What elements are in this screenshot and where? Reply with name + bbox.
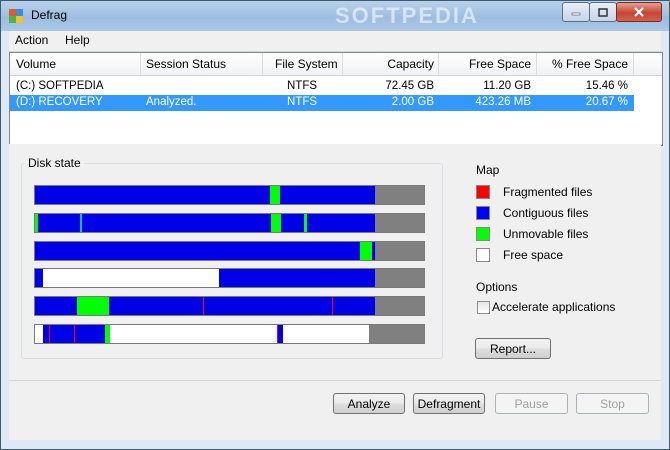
free-space: 11.20 GB	[483, 80, 531, 92]
file-system: NTFS	[287, 96, 318, 108]
volume-name: (C:) SOFTPEDIA	[16, 80, 104, 92]
maximize-icon	[598, 7, 608, 17]
column-capacity[interactable]: Capacity	[346, 57, 434, 71]
free-space-label: Free space	[503, 248, 564, 262]
window-title: Defrag	[31, 8, 68, 22]
column-separator[interactable]	[536, 53, 537, 75]
unmovable-label: Unmovable files	[503, 227, 589, 241]
pct-free-space: 15.46 %	[585, 80, 628, 92]
free-space-segment	[283, 325, 369, 343]
contiguous-swatch	[476, 206, 490, 220]
disk-map-bar	[34, 268, 425, 288]
contiguous-segment	[35, 214, 375, 232]
defrag-app-icon	[9, 9, 23, 23]
unmovable-segment	[304, 214, 307, 232]
unmovable-segment	[80, 214, 82, 232]
close-button[interactable]	[616, 2, 662, 22]
free-space-swatch	[476, 248, 490, 262]
volume-name: (D:) RECOVERY	[16, 96, 103, 108]
column-separator[interactable]	[633, 53, 634, 75]
unmovable-segment	[271, 214, 281, 232]
fragmented-segment	[203, 297, 204, 315]
disk-map-bar	[34, 185, 425, 205]
session-status: Analyzed.	[146, 96, 197, 108]
menu-action[interactable]: Action	[15, 33, 48, 47]
unmovable-segment	[270, 186, 280, 204]
contiguous-segment	[35, 186, 375, 204]
watermark-text: SOFTPEDIA	[335, 3, 479, 28]
button-bar: Analyze Defragment Pause Stop	[9, 380, 661, 440]
menu-help[interactable]: Help	[65, 33, 90, 47]
menu-bar: Action Help	[9, 31, 661, 52]
options-title: Options	[476, 280, 518, 294]
column-session-status[interactable]: Session Status	[146, 57, 226, 71]
capacity: 72.45 GB	[385, 80, 434, 92]
unmovable-segment	[35, 214, 38, 232]
pause-button[interactable]: Pause	[495, 393, 568, 414]
volume-row-c[interactable]: (C:) SOFTPEDIA NTFS 72.45 GB 11.20 GB 15…	[10, 79, 634, 95]
column-separator[interactable]	[342, 53, 343, 75]
close-icon	[634, 7, 644, 17]
volume-row-d[interactable]: (D:) RECOVERY Analyzed. NTFS 2.00 GB 423…	[10, 95, 634, 111]
fragmented-segment	[332, 297, 333, 315]
disk-map-bar	[34, 296, 425, 316]
title-bar[interactable]: Defrag SOFTPEDIA	[1, 1, 669, 31]
analyze-button[interactable]: Analyze	[333, 393, 405, 414]
accelerate-label[interactable]: Accelerate applications	[492, 300, 615, 314]
list-header: Volume Session Status File System Capaci…	[10, 53, 662, 76]
fragmented-swatch	[476, 185, 490, 199]
fragmented-segment	[74, 325, 75, 343]
defragment-button[interactable]: Defragment	[413, 393, 485, 414]
contiguous-segment	[35, 242, 375, 260]
unmovable-segment	[360, 242, 372, 260]
file-system: NTFS	[287, 80, 318, 92]
pct-free-space: 20.67 %	[585, 96, 628, 108]
disk-state-title: Disk state	[25, 156, 84, 170]
map-title: Map	[476, 163, 500, 177]
accelerate-checkbox[interactable]	[477, 301, 490, 314]
maximize-button[interactable]	[589, 2, 617, 22]
column-separator[interactable]	[262, 53, 263, 75]
disk-map-bar	[34, 213, 425, 233]
minimize-icon	[571, 12, 581, 16]
disk-map-bar	[34, 324, 425, 344]
column-file-system[interactable]: File System	[275, 57, 338, 71]
report-button[interactable]: Report...	[475, 338, 551, 359]
contiguous-label: Contiguous files	[503, 206, 589, 220]
fragmented-label: Fragmented files	[503, 185, 593, 199]
fragmented-segment	[49, 325, 50, 343]
main-panel: Disk state Map Fragmented files Contiguo…	[9, 144, 661, 380]
unmovable-segment	[77, 297, 109, 315]
column-pct-free-space[interactable]: % Free Space	[540, 57, 628, 71]
capacity: 2.00 GB	[391, 96, 434, 108]
free-space-segment	[110, 325, 277, 343]
unmovable-swatch	[476, 227, 490, 241]
defrag-window: Defrag SOFTPEDIA Action Help Volume Sess…	[0, 0, 670, 450]
minimize-button[interactable]	[562, 2, 590, 22]
column-separator[interactable]	[140, 53, 141, 75]
free-space-segment	[43, 269, 219, 287]
free-space: 423.26 MB	[475, 96, 531, 108]
divider	[9, 380, 661, 381]
free-space-segment	[35, 325, 43, 343]
volume-list[interactable]: Volume Session Status File System Capaci…	[9, 52, 663, 146]
column-separator[interactable]	[438, 53, 439, 75]
stop-button[interactable]: Stop	[576, 393, 649, 414]
column-volume[interactable]: Volume	[16, 57, 56, 71]
disk-map-bar	[34, 241, 425, 261]
column-free-space[interactable]: Free Space	[442, 57, 531, 71]
